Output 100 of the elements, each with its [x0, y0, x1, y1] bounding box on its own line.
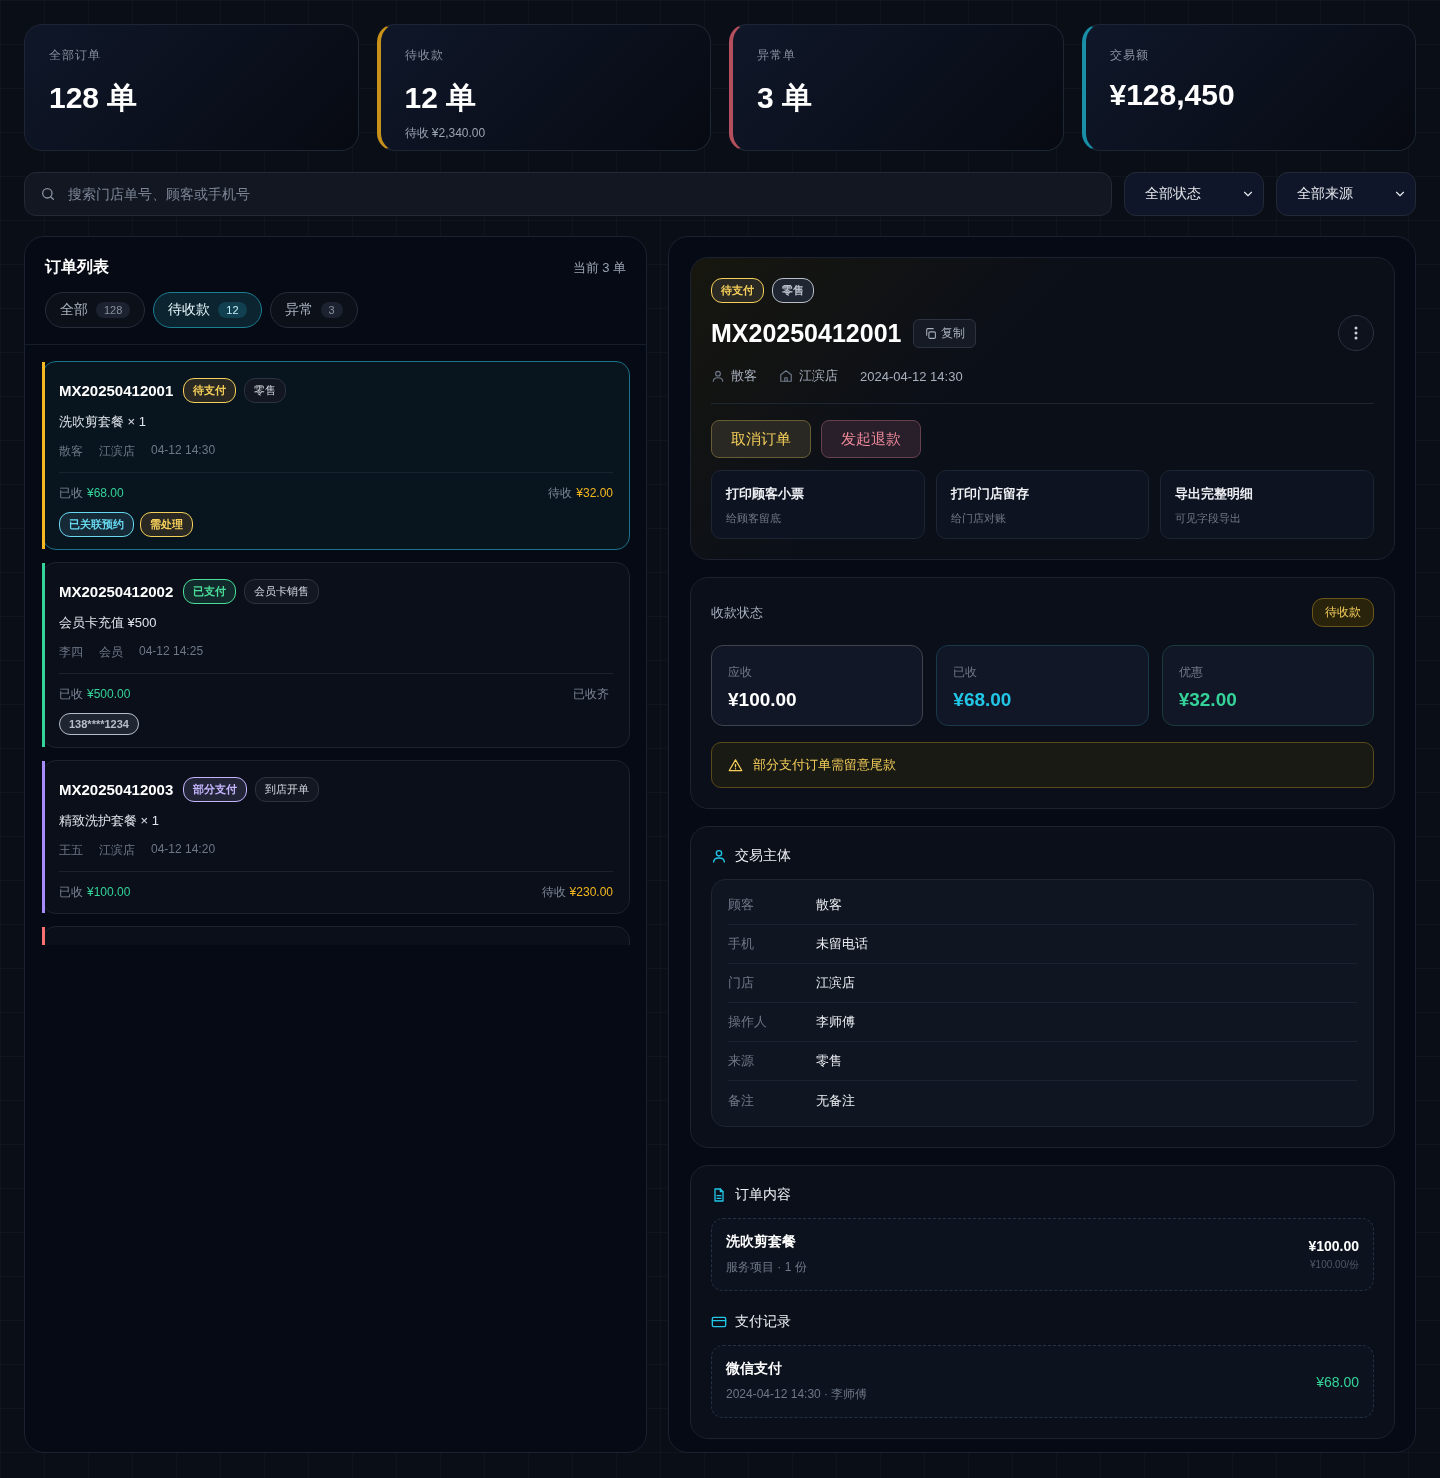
unit-price: ¥100.00/份 [1309, 1257, 1359, 1272]
order-number: MX20250412002 [59, 583, 174, 600]
stat-value: 128 单 [49, 80, 139, 116]
panel-title: 订单列表 [45, 257, 109, 277]
status-badge: 待支付 [183, 378, 237, 403]
due-label: 待收 [548, 486, 573, 500]
store-name: 江滨店 [99, 842, 135, 859]
order-time: 2024-04-12 14:30 [860, 368, 963, 384]
paid-label: 已收 [59, 486, 83, 500]
count-badge: 128 [96, 302, 131, 318]
due-amount: ¥32.00 [576, 486, 613, 500]
card-title: 订单内容 [735, 1186, 791, 1204]
store-name: 江滨店 [799, 367, 838, 385]
payment-method: 微信支付 [726, 1360, 783, 1378]
customer-name: 散客 [731, 367, 757, 385]
status-badge: 已支付 [183, 579, 237, 604]
amount-label: 优惠 [1178, 665, 1203, 679]
more-button[interactable] [1338, 315, 1374, 351]
paid-label: 已收 [59, 687, 83, 701]
order-count: 当前 3 单 [572, 258, 626, 277]
field-value: 江滨店 [816, 974, 855, 992]
customer-name: 散客 [59, 443, 83, 460]
order-time: 04-12 14:30 [151, 443, 216, 459]
copy-button[interactable]: 复制 [913, 318, 977, 348]
item-detail: 服务项目 · 1 份 [726, 1259, 807, 1276]
payment-detail: 2024-04-12 14:30 · 李师傅 [726, 1386, 868, 1403]
stat-value: 3 单 [757, 80, 814, 116]
stat-label: 全部订单 [49, 47, 102, 64]
document-icon [711, 1187, 727, 1203]
order-number: MX20250412001 [59, 382, 174, 399]
item-price: ¥100.00 [1308, 1237, 1359, 1254]
action-button[interactable]: 取消订单 [711, 420, 811, 458]
status-badge: 待收款 [1312, 598, 1374, 627]
order-card[interactable]: MX20250412003 部分支付 到店开单 精致洗护套餐 × 1 王五 江滨店 04-12 14:20 已收 ¥100.00 待收 ¥230.00 [42, 760, 630, 914]
field-label: 来源 [728, 1052, 755, 1070]
order-time: 04-12 14:20 [151, 842, 216, 858]
filter-tab[interactable]: 全部 128 [45, 292, 146, 328]
field-value: 零售 [816, 1052, 842, 1070]
count-badge: 12 [218, 302, 247, 318]
order-tag: 已关联预约 [59, 512, 134, 537]
more-icon [1354, 326, 1358, 340]
filter-dropdown[interactable]: 全部状态 [1124, 172, 1264, 216]
order-item: 洗吹剪套餐 × 1 [59, 413, 148, 431]
order-item: 会员卡充值 ¥500 [59, 614, 158, 632]
store-name: 江滨店 [99, 443, 135, 460]
filter-tab[interactable]: 异常 3 [269, 292, 358, 328]
order-card[interactable]: MX20250412001 待支付 零售 洗吹剪套餐 × 1 散客 江滨店 04-12 14:30 已收 ¥68.00 待收 ¥32.00 已关联预约 需处理 [42, 361, 630, 550]
action-button[interactable]: 发起退款 [821, 420, 921, 458]
customer-name: 李四 [59, 644, 83, 661]
paid-amount: ¥100.00 [87, 885, 131, 899]
amount-label: 应收 [728, 665, 752, 679]
due-amount: ¥230.00 [569, 885, 613, 899]
store-name: 会员 [99, 644, 123, 661]
stat-value: ¥128,450 [1109, 78, 1236, 112]
section-title: 支付记录 [735, 1313, 791, 1331]
field-value: 未留电话 [816, 935, 868, 953]
order-number: MX20250412001 [711, 318, 902, 348]
user-icon [711, 848, 727, 864]
amount-value: ¥32.00 [1178, 689, 1238, 711]
stat-value: 12 单 [404, 80, 478, 116]
order-item: 精致洗护套餐 × 1 [59, 812, 161, 830]
status-badge: 部分支付 [183, 777, 248, 802]
search-icon [40, 186, 56, 202]
payment-amount: ¥68.00 [1316, 1373, 1359, 1390]
card-title: 交易主体 [735, 847, 791, 865]
paid-amount: ¥500.00 [87, 687, 131, 701]
user-icon [711, 369, 725, 383]
order-tag: 138****1234 [59, 713, 139, 735]
paid-amount: ¥68.00 [87, 486, 124, 500]
amount-value: ¥68.00 [953, 689, 1013, 711]
copy-icon [924, 326, 938, 340]
field-value: 李师傅 [816, 1013, 855, 1031]
source-badge: 零售 [244, 378, 287, 403]
settled-status: 已收齐 [573, 686, 609, 703]
source-badge: 会员卡销售 [244, 579, 320, 604]
print-option[interactable]: 导出完整明细 可见字段导出 [1160, 470, 1374, 539]
field-label: 门店 [728, 974, 755, 992]
item-name: 洗吹剪套餐 [726, 1233, 797, 1251]
stat-label: 待收款 [404, 47, 445, 64]
filter-tab[interactable]: 待收款 12 [153, 292, 262, 328]
warning-text: 部分支付订单需留意尾款 [753, 756, 896, 774]
due-label: 待收 [541, 885, 566, 899]
amount-value: ¥100.00 [728, 689, 798, 711]
filter-dropdown[interactable]: 全部来源 [1276, 172, 1416, 216]
field-value: 散客 [816, 896, 842, 914]
field-label: 顾客 [728, 896, 755, 914]
paid-label: 已收 [59, 885, 83, 899]
count-badge: 3 [320, 302, 343, 318]
card-title: 收款状态 [711, 603, 763, 622]
search-field[interactable]: 搜索门店单号、顾客或手机号 [24, 172, 1112, 216]
print-option[interactable]: 打印顾客小票 给顾客留底 [711, 470, 925, 539]
house-icon [779, 369, 793, 383]
warning-icon [728, 757, 743, 773]
field-label: 备注 [728, 1091, 755, 1110]
field-label: 手机 [728, 935, 755, 953]
print-option[interactable]: 打印门店留存 给门店对账 [935, 470, 1150, 539]
stat-label: 交易额 [1109, 47, 1150, 64]
field-label: 操作人 [728, 1013, 768, 1031]
customer-name: 王五 [59, 842, 83, 859]
order-card[interactable]: MX20250412002 已支付 会员卡销售 会员卡充值 ¥500 李四 会员 04-12 14:25 已收 ¥500.00 已收齐 138****1234 [42, 562, 630, 748]
